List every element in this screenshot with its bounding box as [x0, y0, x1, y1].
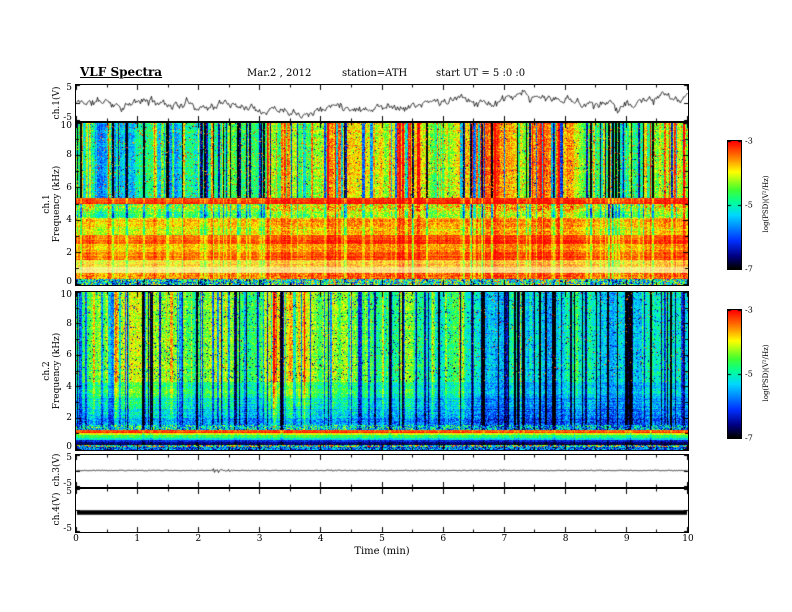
ytick-label: 6: [66, 350, 72, 361]
colorbar-tick-label: -3: [745, 305, 753, 315]
panel-ch2-spectrogram: [75, 291, 689, 451]
xtick-label: 6: [440, 534, 447, 544]
ylabel-ch2-frequency: ch.2 Frequency (kHz): [42, 333, 62, 410]
xtick-label: 3: [256, 534, 263, 544]
ch1-spectrogram-canvas: [76, 123, 688, 285]
ytick-label: 0: [66, 442, 72, 452]
plot-title: VLF Spectra: [80, 65, 163, 79]
colorbar-tick-label: -5: [745, 369, 753, 379]
ytick-label: 2: [66, 413, 72, 424]
colorbar-tick-label: -3: [745, 136, 753, 146]
xtick-label: 0: [73, 534, 79, 544]
ch1-waveform-canvas: [76, 85, 688, 121]
panel-ch1-spectrogram: [75, 122, 689, 286]
ytick-label: 5: [66, 453, 72, 463]
xtick-label: 1: [134, 534, 141, 544]
plot-station: station=ATH: [342, 68, 408, 79]
ylabel-ch1-voltage: ch.1(V): [52, 86, 62, 120]
colorbar-tick-label: -7: [745, 433, 753, 443]
ytick-label: 6: [66, 182, 72, 193]
ytick-label: 8: [66, 150, 72, 161]
ytick-label: 10: [60, 121, 72, 131]
ytick-label: 8: [66, 318, 72, 329]
panel-ch3-waveform: [75, 454, 689, 488]
ylabel-ch1-frequency: ch.1 Frequency (kHz): [42, 166, 62, 243]
ytick-label: 5: [66, 83, 72, 93]
plot-date: Mar.2 , 2012: [247, 68, 312, 79]
ylabel-ch1-frequency-line1: ch.1: [42, 194, 52, 214]
plot-start-ut: start UT = 5 :0 :0: [436, 68, 526, 79]
ytick-label: -5: [63, 524, 72, 534]
xtick-label: 8: [562, 534, 569, 544]
xtick-label: 4: [317, 534, 324, 544]
ytick-label: 2: [66, 247, 72, 258]
ylabel-ch3-voltage: ch.3(V): [52, 453, 62, 487]
ytick-label: 4: [66, 381, 72, 392]
colorbar-ch2: [727, 309, 742, 439]
ch4-waveform-canvas: [76, 489, 688, 532]
colorbar-ch1-label: log(PSD)(V²/Hz): [762, 175, 770, 233]
ytick-label: -5: [63, 113, 72, 123]
ytick-label: -5: [63, 479, 72, 489]
xtick-label: 5: [379, 534, 385, 544]
ylabel-ch2-frequency-line1: ch.2: [42, 361, 52, 381]
colorbar-ch1-canvas: [728, 141, 741, 269]
ytick-label: 0: [66, 277, 72, 287]
colorbar-ch2-label: log(PSD)(V²/Hz): [762, 344, 770, 402]
colorbar-tick-label: -5: [745, 200, 753, 210]
xtick-label: 7: [501, 534, 508, 544]
ylabel-ch1-frequency-line2: Frequency (kHz): [52, 165, 62, 243]
colorbar-ch2-canvas: [728, 310, 741, 438]
ytick-label: 5: [66, 487, 72, 497]
ylabel-ch2-frequency-line2: Frequency (kHz): [52, 332, 62, 410]
vlf-spectra-figure: VLF Spectra Mar.2 , 2012 station=ATH sta…: [0, 0, 792, 612]
ylabel-ch4-voltage: ch.4(V): [52, 492, 62, 526]
colorbar-tick-label: -7: [745, 264, 753, 274]
colorbar-ch1: [727, 140, 742, 270]
panel-ch1-waveform: [75, 84, 689, 122]
panel-ch4-waveform: [75, 488, 689, 533]
xtick-label: 10: [682, 534, 694, 544]
xtick-label: 9: [623, 534, 630, 544]
ytick-label: 10: [60, 290, 72, 300]
ch2-spectrogram-canvas: [76, 292, 688, 450]
xaxis-label: Time (min): [354, 546, 410, 557]
ch3-waveform-canvas: [76, 455, 688, 487]
xtick-label: 2: [195, 534, 202, 544]
ytick-label: 4: [66, 215, 72, 226]
